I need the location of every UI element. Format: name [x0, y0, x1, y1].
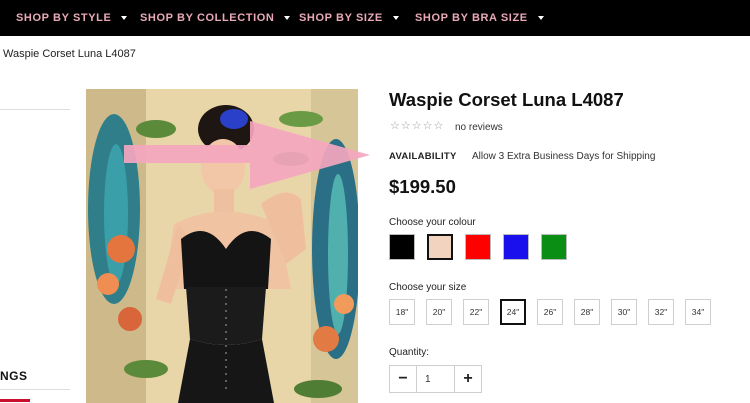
product-title: Waspie Corset Luna L4087 [389, 89, 624, 110]
rating-stars[interactable]: ☆ ☆ ☆ ☆ ☆ [390, 121, 443, 132]
sidebar-divider [0, 109, 70, 110]
quantity-label: Quantity: [389, 347, 430, 358]
size-option[interactable]: 20" [426, 299, 452, 325]
star-outline-icon: ☆ [411, 120, 422, 132]
size-option[interactable]: 22" [463, 299, 489, 325]
sidebar-divider [0, 389, 70, 390]
nav-label: SHOP BY SIZE [299, 12, 383, 24]
caret-down-icon [121, 16, 128, 20]
size-option[interactable]: 26" [537, 299, 563, 325]
nav-label: SHOP BY COLLECTION [140, 12, 275, 24]
size-option[interactable]: 30" [611, 299, 637, 325]
nav-shop-by-size[interactable]: SHOP BY SIZE [299, 0, 399, 36]
colour-label: Choose your colour [389, 217, 476, 228]
nav-shop-by-collection[interactable]: SHOP BY COLLECTION [140, 0, 291, 36]
reviews-count[interactable]: no reviews [455, 122, 503, 133]
colour-swatch-green[interactable] [541, 234, 567, 260]
quantity-input[interactable]: 1 [417, 366, 454, 392]
colour-swatch-blue[interactable] [503, 234, 529, 260]
caret-down-icon [392, 16, 399, 20]
caret-down-icon [284, 16, 291, 20]
pointer-arrow-icon [124, 121, 370, 189]
size-option[interactable]: 34" [685, 299, 711, 325]
star-outline-icon: ☆ [422, 120, 433, 132]
nav-shop-by-style[interactable]: SHOP BY STYLE [16, 0, 128, 36]
size-option[interactable]: 28" [574, 299, 600, 325]
breadcrumb-current: Waspie Corset Luna L4087 [3, 48, 136, 60]
availability-label: AVAILABILITY [389, 151, 457, 162]
product-price: $199.50 [389, 176, 456, 197]
sidebar-accent-bar [0, 399, 30, 402]
size-option[interactable]: 18" [389, 299, 415, 325]
colour-swatch-black[interactable] [389, 234, 415, 260]
size-option[interactable]: 32" [648, 299, 674, 325]
caret-down-icon [537, 16, 544, 20]
colour-swatch-red[interactable] [465, 234, 491, 260]
star-outline-icon: ☆ [433, 120, 444, 132]
nav-label: SHOP BY STYLE [16, 12, 112, 24]
availability-value: Allow 3 Extra Business Days for Shipping [472, 151, 656, 162]
quantity-stepper: − 1 + [389, 365, 482, 393]
size-options: 18" 20" 22" 24" 26" 28" 30" 32" 34" [389, 299, 711, 325]
nav-label: SHOP BY BRA SIZE [415, 12, 528, 24]
star-outline-icon: ☆ [390, 120, 400, 132]
nav-shop-by-bra-size[interactable]: SHOP BY BRA SIZE [415, 0, 544, 36]
size-label: Choose your size [389, 282, 467, 293]
sidebar-heading[interactable]: NGS [0, 369, 28, 383]
minus-icon[interactable]: − [390, 366, 417, 392]
star-outline-icon: ☆ [400, 120, 411, 132]
top-navigation: SHOP BY STYLE SHOP BY COLLECTION SHOP BY… [0, 0, 750, 36]
plus-icon[interactable]: + [454, 366, 481, 392]
colour-swatches [389, 234, 567, 260]
colour-swatch-nude[interactable] [427, 234, 453, 260]
size-option-selected[interactable]: 24" [500, 299, 526, 325]
product-page: SHOP BY STYLE SHOP BY COLLECTION SHOP BY… [0, 0, 750, 403]
